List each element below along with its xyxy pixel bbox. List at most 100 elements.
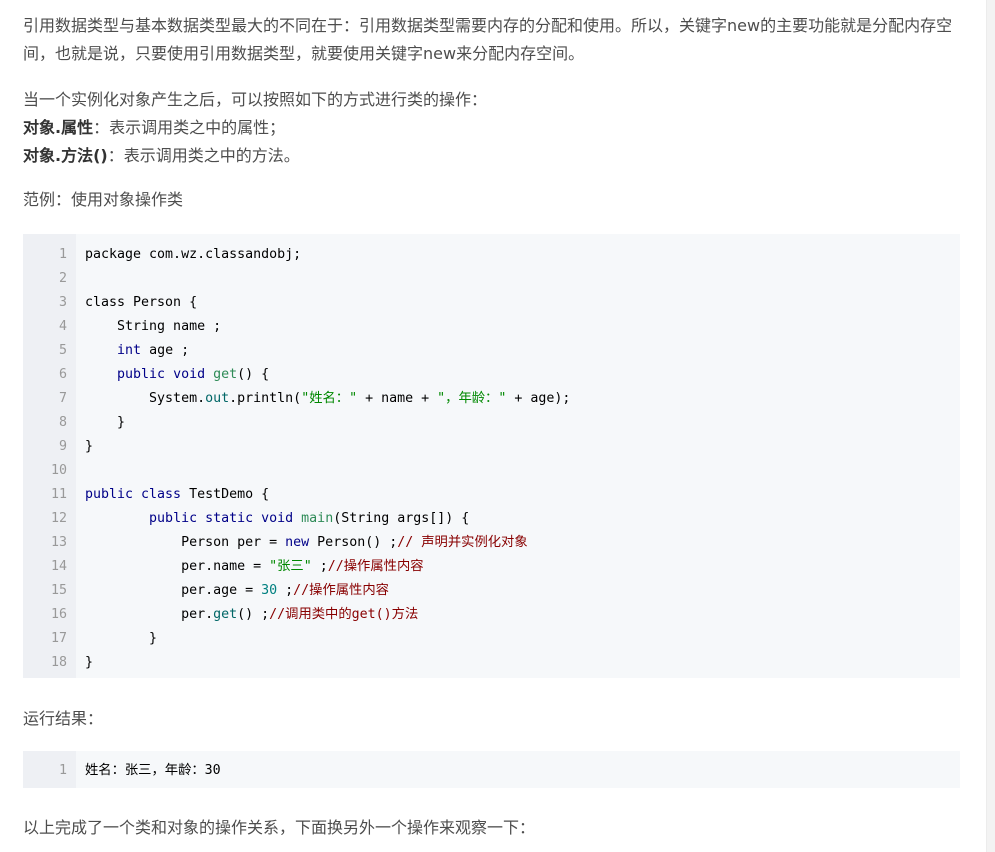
code-token: }: [85, 655, 94, 670]
code-token: package com.wz.classandobj;: [85, 247, 302, 262]
code-token: per.age =: [85, 583, 262, 598]
line-number: 8: [58, 415, 67, 430]
code-line: 9}: [23, 435, 960, 459]
code-block-example[interactable]: 1 package com.wz.classandobj; 2 3 class Pers…: [23, 234, 960, 678]
operation-method: 对象.方法()：表示调用类之中的方法。: [23, 142, 963, 170]
code-line: 7 System.out.println("姓名：" + name + "，年龄…: [23, 387, 960, 411]
line-number: 4: [58, 319, 67, 334]
operation-attribute: 对象.属性：表示调用类之中的属性；: [23, 114, 963, 142]
code-line: 10: [23, 459, 960, 483]
line-number: 16: [50, 607, 67, 622]
code-token: System.: [85, 391, 206, 406]
line-number: 2: [58, 271, 67, 286]
code-lines: 1 姓名：张三，年龄：30: [23, 759, 960, 783]
code-token: "，年龄：": [437, 391, 507, 406]
result-label: 运行结果：: [23, 709, 104, 728]
code-line: 8 }: [23, 411, 960, 435]
line-number: 1: [58, 763, 67, 778]
code-token: public void: [117, 367, 206, 382]
code-token: .println(: [229, 391, 302, 406]
code-line: 6 public void get() {: [23, 363, 960, 387]
code-text: per.name = "张三" ;//操作属性内容: [85, 555, 424, 579]
code-text: }: [85, 411, 125, 435]
intro-paragraph: 引用数据类型与基本数据类型最大的不同在于：引用数据类型需要内存的分配和使用。所以…: [23, 16, 953, 63]
code-token: }: [85, 631, 158, 646]
code-token: out: [205, 391, 230, 406]
code-text: public class TestDemo {: [85, 483, 269, 507]
code-token: //操作属性内容: [293, 583, 389, 598]
code-text: }: [85, 651, 93, 675]
code-token: "张三": [269, 559, 312, 574]
code-token: per.name =: [85, 559, 270, 574]
code-token: age ;: [141, 343, 190, 358]
code-text: package com.wz.classandobj;: [85, 243, 301, 267]
code-token: // 声明并实例化对象: [397, 535, 528, 550]
scrollbar-track[interactable]: [986, 0, 995, 852]
code-text: per.get() ;//调用类中的get()方法: [85, 603, 418, 627]
code-token: }: [85, 439, 94, 454]
outro-paragraph: 以上完成了一个类和对象的操作关系，下面换另外一个操作来观察一下：: [23, 818, 536, 837]
line-number: 11: [50, 487, 67, 502]
line-number: 3: [58, 295, 67, 310]
code-token: public class: [85, 487, 182, 502]
code-text: public static void main(String args[]) {: [85, 507, 469, 531]
line-number: 13: [50, 535, 67, 550]
line-number: 1: [58, 247, 67, 262]
code-token: main: [301, 511, 334, 526]
code-token: per.: [85, 607, 214, 622]
code-token: //操作属性内容: [327, 559, 424, 574]
code-line: 3 class Person {: [23, 291, 960, 315]
code-line: 17 }: [23, 627, 960, 651]
code-text: int age ;: [85, 339, 189, 363]
code-line: 13 Person per = new Person() ;// 声明并实例化对…: [23, 531, 960, 555]
line-number: 15: [50, 583, 67, 598]
code-lines: 1 package com.wz.classandobj; 2 3 class Pers…: [23, 243, 960, 675]
code-line: 1 package com.wz.classandobj;: [23, 243, 960, 267]
code-line: 16 per.get() ;//调用类中的get()方法: [23, 603, 960, 627]
code-token: Person per =: [85, 535, 286, 550]
operation-method-term: 对象.方法(): [23, 146, 108, 165]
line-number: 5: [58, 343, 67, 358]
line-number: 10: [50, 463, 67, 478]
code-text: public void get() {: [85, 363, 269, 387]
code-text: System.out.println("姓名：" + name + "，年龄："…: [85, 387, 570, 411]
code-text: 姓名：张三，年龄：30: [85, 759, 221, 783]
line-number: 17: [50, 631, 67, 646]
code-line: 1 姓名：张三，年龄：30: [23, 759, 960, 783]
code-token: class Person {: [85, 295, 198, 310]
code-token: int: [117, 343, 142, 358]
code-token: TestDemo {: [181, 487, 270, 502]
code-block-result[interactable]: 1 姓名：张三，年龄：30: [23, 751, 960, 788]
code-token: get: [213, 367, 238, 382]
code-text: }: [85, 435, 93, 459]
code-token: ;: [277, 583, 294, 598]
code-token: public static void: [149, 511, 294, 526]
code-line: 4 String name ;: [23, 315, 960, 339]
code-token: () {: [237, 367, 270, 382]
code-token: (String args[]) {: [333, 511, 470, 526]
code-token: new: [285, 535, 310, 550]
code-text: Person per = new Person() ;// 声明并实例化对象: [85, 531, 528, 555]
code-token: 30: [261, 583, 278, 598]
code-line: 14 per.name = "张三" ;//操作属性内容: [23, 555, 960, 579]
code-token: 姓名：张三，年龄：30: [85, 763, 221, 778]
code-token: ;: [311, 559, 328, 574]
code-token: "姓名：": [301, 391, 358, 406]
example-label: 范例：使用对象操作类: [23, 190, 184, 209]
code-token: () ;: [237, 607, 270, 622]
code-text: class Person {: [85, 291, 197, 315]
code-line: 18}: [23, 651, 960, 675]
line-number: 9: [58, 439, 67, 454]
line-number: 18: [50, 655, 67, 670]
code-line: 12 public static void main(String args[]…: [23, 507, 960, 531]
code-token: Person() ;: [309, 535, 398, 550]
code-token: + name +: [357, 391, 438, 406]
operations-intro: 当一个实例化对象产生之后，可以按照如下的方式进行类的操作：: [23, 90, 488, 109]
code-text: per.age = 30 ;//操作属性内容: [85, 579, 389, 603]
code-line: 2: [23, 267, 960, 291]
